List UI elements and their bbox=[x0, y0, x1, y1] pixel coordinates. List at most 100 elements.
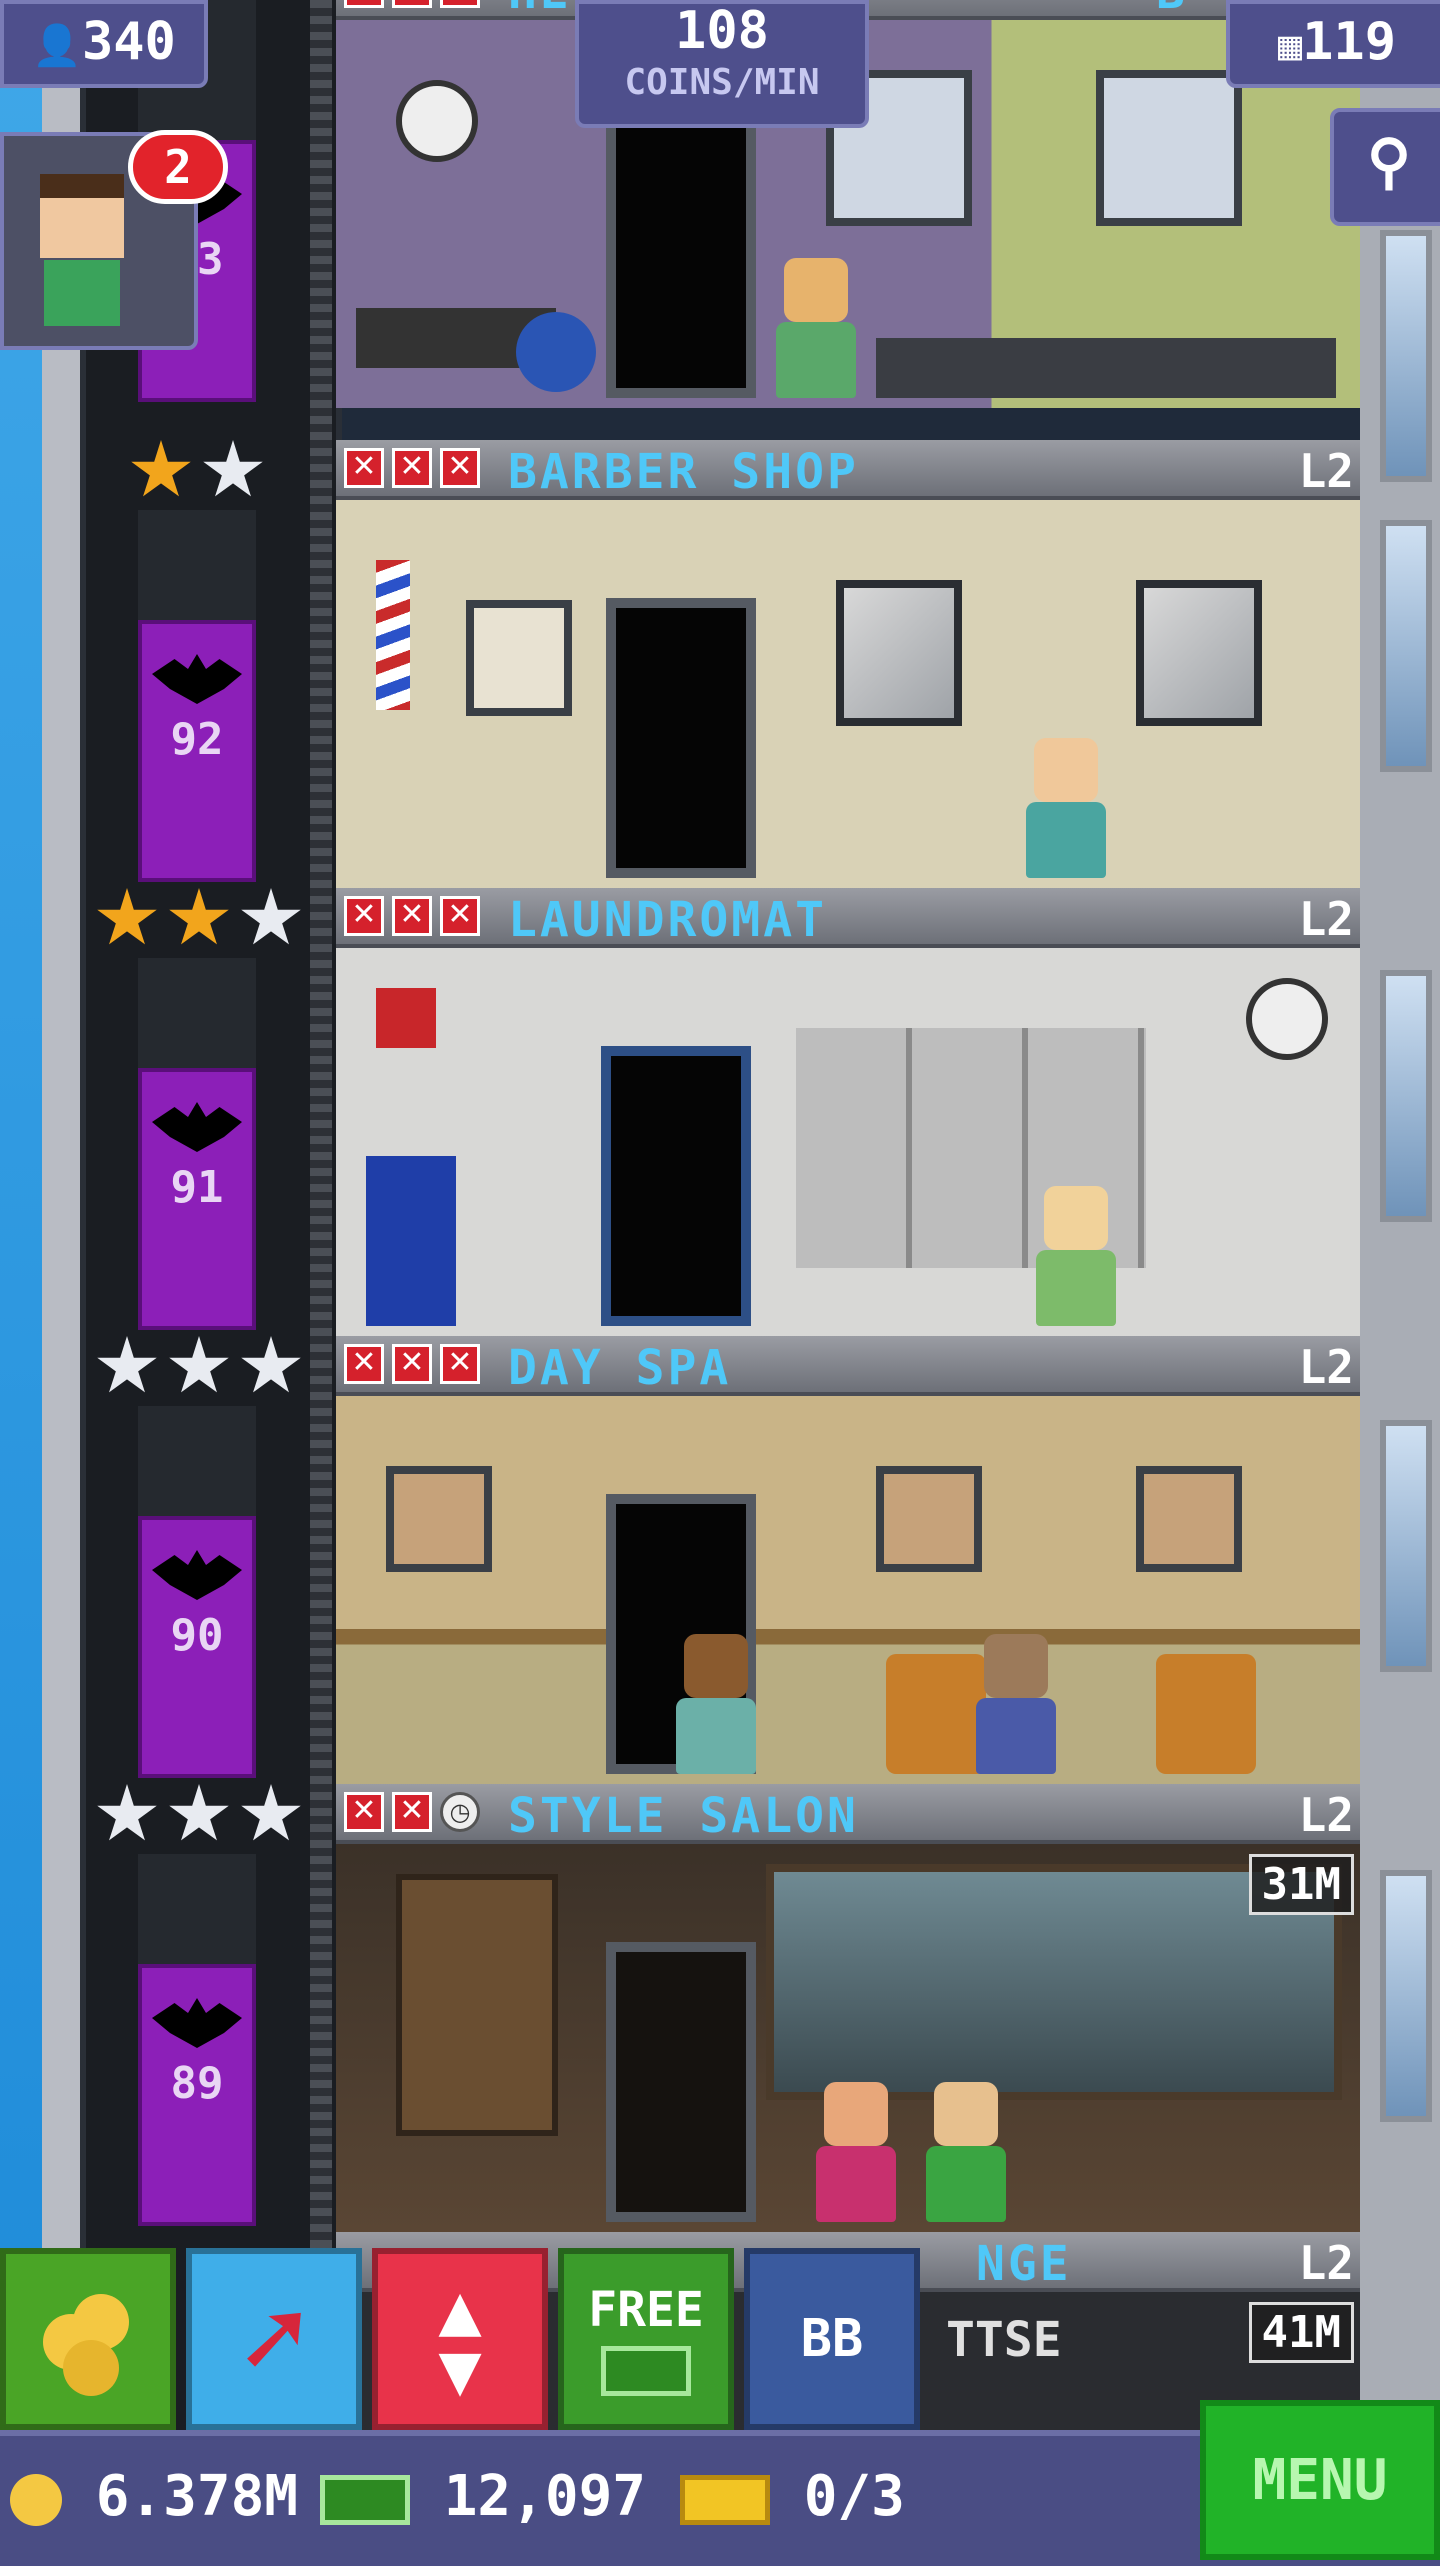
gold-star-icon bbox=[131, 440, 191, 497]
elevator-floor-number: 91 bbox=[170, 1162, 224, 1213]
room-interior bbox=[336, 1396, 1360, 1784]
room-interior bbox=[336, 948, 1360, 1336]
elevator-stop bbox=[138, 1406, 256, 1516]
room-door bbox=[601, 1046, 751, 1326]
x-marks: ✕ ✕ ✕ bbox=[344, 0, 480, 8]
visitor-portrait-button[interactable]: 2 bbox=[0, 130, 228, 350]
floor-stars bbox=[130, 440, 264, 502]
elevator-car[interactable]: 89 bbox=[138, 1964, 256, 2226]
coins-rate-value: 108 bbox=[675, 1, 769, 61]
coins-rate-panel: 108 COINS/MIN bbox=[575, 0, 869, 128]
elevator-button[interactable]: ▲ ▼ bbox=[372, 2248, 548, 2430]
bux-balance: 12,097 bbox=[320, 2464, 646, 2529]
floor-header: ✕ ✕ ✕ LAUNDROMAT L2 bbox=[336, 888, 1360, 948]
tickets-balance: 0/3 bbox=[680, 2464, 905, 2529]
move-button[interactable]: ➚ bbox=[186, 2248, 362, 2430]
floor-header: ✕ ✕ ◷ STYLE SALON L2 bbox=[336, 1784, 1360, 1844]
customer[interactable] bbox=[676, 1634, 756, 1774]
floor-barber-shop[interactable]: ✕ ✕ ✕ BARBER SHOP L2 bbox=[336, 440, 1360, 888]
floor-level: L2 bbox=[1298, 1340, 1354, 1394]
elevator-stop bbox=[138, 510, 256, 620]
bux-icon bbox=[320, 2474, 410, 2525]
clock-icon bbox=[396, 80, 478, 162]
visitor-body bbox=[44, 260, 120, 326]
bux-icon bbox=[601, 2346, 691, 2396]
wall-painting bbox=[386, 1466, 492, 1572]
floor-stars bbox=[96, 1784, 302, 1846]
silver-star-icon bbox=[169, 1336, 229, 1393]
visitor-face bbox=[40, 174, 124, 258]
elevator-car[interactable]: 91 bbox=[138, 1068, 256, 1330]
sky bbox=[0, 0, 42, 2560]
customer[interactable] bbox=[1026, 738, 1106, 878]
floors-counter[interactable]: ▦119 bbox=[1226, 0, 1440, 88]
gold-star-icon bbox=[97, 888, 157, 945]
x-marks: ✕ ✕ ✕ bbox=[344, 1344, 480, 1384]
spa-chair bbox=[886, 1654, 986, 1774]
floor-name: HE bbox=[508, 0, 572, 20]
silver-star-icon bbox=[203, 440, 263, 497]
floor-header: ✕ ✕ ✕ BARBER SHOP L2 bbox=[336, 440, 1360, 500]
person-icon: 👤 bbox=[32, 23, 82, 69]
x-mark-icon: ✕ bbox=[392, 1792, 432, 1832]
menu-button[interactable]: MENU bbox=[1200, 2400, 1440, 2560]
customer[interactable] bbox=[776, 258, 856, 398]
bat-icon bbox=[152, 654, 242, 704]
floor-level: L2 bbox=[1298, 1788, 1354, 1842]
elevator-car[interactable]: 92 bbox=[138, 620, 256, 882]
floor-laundromat[interactable]: ✕ ✕ ✕ LAUNDROMAT L2 bbox=[336, 888, 1360, 1336]
bat-icon bbox=[152, 1998, 242, 2048]
room-door bbox=[606, 1942, 756, 2222]
floor-stars bbox=[96, 1336, 302, 1398]
arrow-icon: ➚ bbox=[240, 2275, 308, 2403]
silver-star-icon bbox=[241, 1784, 301, 1841]
x-mark-icon: ✕ bbox=[344, 0, 384, 8]
silver-star-icon bbox=[241, 1336, 301, 1393]
bitbook-button[interactable]: BB bbox=[744, 2248, 920, 2430]
x-mark-icon: ✕ bbox=[392, 0, 432, 8]
x-mark-icon: ✕ bbox=[344, 1792, 384, 1832]
search-button[interactable]: ⚲ bbox=[1330, 108, 1440, 226]
x-mark-icon: ✕ bbox=[440, 1344, 480, 1384]
floor-day-spa[interactable]: ✕ ✕ ✕ DAY SPA L2 bbox=[336, 1336, 1360, 1784]
elevator-floor-number: 89 bbox=[170, 2058, 224, 2109]
room-interior bbox=[336, 500, 1360, 888]
wall-certificate bbox=[466, 600, 572, 716]
silver-star-icon bbox=[97, 1784, 157, 1841]
coins-button[interactable] bbox=[0, 2248, 176, 2430]
customer[interactable] bbox=[1036, 1186, 1116, 1326]
bat-icon bbox=[152, 1550, 242, 1600]
x-marks: ✕ ✕ ✕ bbox=[344, 448, 480, 488]
elevator-floor-number: 90 bbox=[170, 1610, 224, 1661]
mirror bbox=[1136, 580, 1262, 726]
window bbox=[1380, 1870, 1432, 2122]
floor-header: ✕ ✕ ✕ DAY SPA L2 bbox=[336, 1336, 1360, 1396]
free-bux-button[interactable]: FREE bbox=[558, 2248, 734, 2430]
coin-icon bbox=[10, 2473, 62, 2526]
floor-name-tail: B bbox=[1156, 0, 1188, 20]
spa-chair bbox=[1156, 1654, 1256, 1774]
window bbox=[1380, 970, 1432, 1222]
coins-icon bbox=[33, 2284, 143, 2396]
floor-name: DAY SPA bbox=[508, 1340, 732, 1396]
elevator-floor-number: 92 bbox=[170, 714, 224, 765]
building-icon: ▦ bbox=[1277, 23, 1303, 69]
elevator-car[interactable]: 90 bbox=[138, 1516, 256, 1778]
customer[interactable] bbox=[976, 1634, 1056, 1774]
mirror bbox=[836, 580, 962, 726]
floor-name: STYLE SALON bbox=[508, 1788, 859, 1844]
room-door bbox=[606, 598, 756, 878]
ticket-icon bbox=[680, 2474, 770, 2525]
x-mark-icon: ✕ bbox=[440, 448, 480, 488]
window-blinds bbox=[1096, 70, 1242, 226]
room-interior bbox=[336, 1844, 1360, 2232]
x-marks: ✕ ✕ ✕ bbox=[344, 896, 480, 936]
floor-name: LAUNDROMAT bbox=[508, 892, 827, 948]
customer[interactable] bbox=[816, 2082, 896, 2222]
shelf bbox=[396, 1874, 558, 2136]
population-counter[interactable]: 👤340 bbox=[0, 0, 208, 88]
x-mark-icon: ✕ bbox=[344, 448, 384, 488]
vending-machine bbox=[366, 1156, 456, 1326]
floor-style-salon[interactable]: ✕ ✕ ◷ STYLE SALON L2 31M bbox=[336, 1784, 1360, 2232]
customer[interactable] bbox=[926, 2082, 1006, 2222]
